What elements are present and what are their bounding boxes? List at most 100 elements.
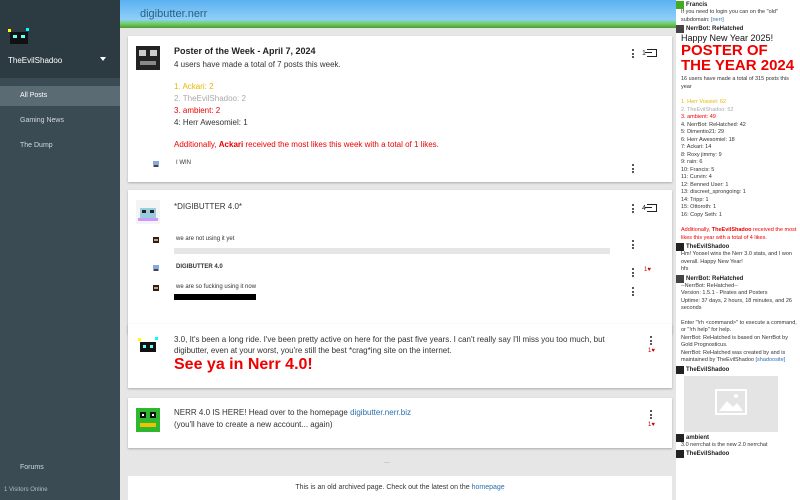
sidebar-user-panel: TheEvilShadoo: [0, 0, 120, 78]
chat-rank-list: 1. Herr Vossiel: 62 2. TheEvilShadoo: 52…: [676, 99, 800, 219]
post-text: 3.0, It's been a long ride. I've been pr…: [174, 335, 605, 355]
chat-username[interactable]: Francis: [686, 2, 707, 8]
like-count[interactable]: 1♥: [648, 422, 655, 428]
user-avatar-icon: [676, 274, 684, 283]
chevron-down-icon[interactable]: [100, 57, 106, 61]
more-options-icon[interactable]: [650, 410, 653, 420]
header-banner: digibutter.nerr: [120, 0, 676, 28]
sidebar-item-gaming-news[interactable]: Gaming News: [0, 111, 120, 131]
chat-username[interactable]: NerrBot: ReHatched: [686, 276, 743, 282]
chat-text: 16 users have made a total of 315 posts …: [681, 76, 789, 90]
most-likes-user[interactable]: Ackari: [219, 140, 243, 149]
chat-message-user[interactable]: Francis: [676, 1, 800, 9]
like-number: 1: [644, 267, 648, 273]
chat-username[interactable]: TheEvilShadoo: [686, 451, 729, 457]
more-options-icon[interactable]: [632, 204, 635, 214]
image-icon: [715, 388, 747, 415]
chat-message-text: If you need to login you can on the "old…: [676, 9, 800, 24]
post-title: Poster of the Week - April 7, 2024: [174, 46, 316, 56]
chat-most-likes: Additionally, TheEvilShadoo received the…: [676, 227, 800, 242]
feed-load-more[interactable]: ...: [384, 458, 390, 465]
share-button[interactable]: 4: [642, 204, 657, 212]
like-count[interactable]: 1♥: [648, 348, 655, 354]
chat-text: --NerrBot: ReHatched--: [681, 282, 738, 289]
post-rank-line: 2. TheEvilShadoo: 2: [174, 94, 246, 103]
chat-username[interactable]: TheEvilShadoo: [712, 227, 752, 233]
more-options-icon[interactable]: [650, 336, 653, 346]
chat-link[interactable]: [nerr]: [711, 17, 724, 23]
chat-rank-line: 14: Tripp: 1: [681, 196, 709, 203]
user-avatar-icon: [676, 25, 684, 33]
chat-username[interactable]: NerrBot: ReHatched: [686, 26, 743, 32]
post-avatar-icon[interactable]: [136, 334, 160, 358]
chat-message-user[interactable]: NerrBot: ReHatched: [676, 25, 800, 33]
more-options-icon[interactable]: [632, 287, 635, 297]
chat-text: Enter "!rh <command>" to execute a comma…: [681, 319, 797, 334]
chat-username[interactable]: TheEvilShadoo: [686, 367, 729, 373]
reply-avatar-icon[interactable]: [152, 264, 160, 272]
homepage-link[interactable]: homepage: [472, 484, 505, 491]
post-headline: See ya in Nerr 4.0!: [174, 356, 313, 373]
archive-notice-text: This is an old archived page. Check out …: [295, 484, 470, 491]
post-rank-line: 1. Ackari: 2: [174, 82, 214, 91]
load-more-bar[interactable]: [174, 248, 610, 254]
more-options-icon[interactable]: [632, 49, 635, 59]
redacted-block: [174, 294, 256, 300]
chat-rank-line: 9: rain: 6: [681, 159, 703, 165]
post-text: 4 users have made a total of 7 posts thi…: [174, 60, 341, 69]
share-count: 4: [642, 204, 646, 212]
reply-avatar-icon[interactable]: [152, 284, 160, 292]
more-options-icon[interactable]: [632, 268, 635, 278]
homepage-link[interactable]: digibutter.nerr.biz: [350, 408, 411, 417]
reply-text: DIGIBUTTER 4.0: [176, 264, 223, 270]
user-avatar-icon: [676, 243, 684, 251]
chat-text: NerrBot: ReHatched was created by and is…: [676, 350, 800, 365]
like-number: 1: [648, 348, 652, 354]
chat-message-user[interactable]: TheEvilShadoo: [676, 450, 800, 458]
chat-message-user[interactable]: TheEvilShadoo: [676, 243, 800, 251]
reply-avatar-icon[interactable]: [152, 160, 160, 168]
sidebar-item-the-dump[interactable]: The Dump: [0, 136, 120, 156]
chat-username[interactable]: ambient: [686, 435, 709, 441]
post-rank-line: 3. ambient: 2: [174, 106, 221, 115]
chat-panel: Francis If you need to login you can on …: [676, 0, 800, 500]
chat-message-user[interactable]: TheEvilShadoo: [676, 365, 800, 374]
visitors-online: 1 Visitors Online: [4, 487, 48, 493]
more-options-icon[interactable]: [632, 164, 635, 174]
reply-avatar-icon[interactable]: [152, 236, 160, 244]
post-text: (you'll have to create a new account... …: [174, 420, 333, 429]
chat-rank-line: 6: Herr Awesomiel: 18: [681, 136, 735, 143]
like-count[interactable]: 1♥: [644, 267, 651, 273]
share-icon: [644, 204, 657, 212]
sidebar-username[interactable]: TheEvilShadoo: [8, 56, 62, 65]
chat-rank-line: 12: Benned User: 1: [681, 181, 729, 188]
reply-text: I WIN: [176, 160, 191, 166]
chat-rank-line: 11: Curvin: 4: [681, 174, 712, 180]
post-avatar-icon[interactable]: [136, 46, 160, 70]
chat-big-title: POSTER OF THE YEAR 2024: [681, 42, 795, 74]
post-card: *DIGIBUTTER 4.0* 4 we are not using it y…: [128, 190, 672, 334]
share-button[interactable]: 1: [642, 49, 657, 57]
post-feed: Poster of the Week - April 7, 2024 4 use…: [120, 28, 676, 500]
chat-rank-line: 4. NerrBot: ReHatched: 42: [681, 121, 746, 128]
user-avatar[interactable]: [6, 26, 32, 48]
post-avatar-icon[interactable]: [136, 200, 160, 224]
more-options-icon[interactable]: [632, 240, 635, 250]
site-title[interactable]: digibutter.nerr: [140, 8, 207, 20]
user-avatar-icon: [676, 1, 684, 9]
post-avatar-icon[interactable]: [136, 408, 160, 432]
image-placeholder-icon[interactable]: [684, 375, 778, 432]
most-likes-post: received the most likes this week with a…: [245, 140, 439, 149]
share-icon: [644, 49, 657, 57]
chat-rank-line: 1. Herr Vossiel: 62: [681, 99, 726, 105]
sidebar-item-all-posts[interactable]: All Posts: [0, 86, 120, 106]
chat-link[interactable]: [shadoosite]: [756, 357, 786, 363]
chat-text: hfs: [681, 266, 689, 272]
chat-text: Version: 1.5.1 - Pirates and Posters: [681, 290, 768, 296]
chat-message-user[interactable]: NerrBot: ReHatched: [676, 274, 800, 283]
chat-username[interactable]: TheEvilShadoo: [686, 244, 729, 250]
chat-text: NerrBot: ReHatched is based on NerrBot b…: [681, 334, 788, 349]
sidebar-item-forums[interactable]: Forums: [20, 464, 44, 471]
chat-message-user[interactable]: ambient: [676, 433, 800, 442]
chat-text: If you need to login you can on the "old…: [681, 9, 778, 23]
